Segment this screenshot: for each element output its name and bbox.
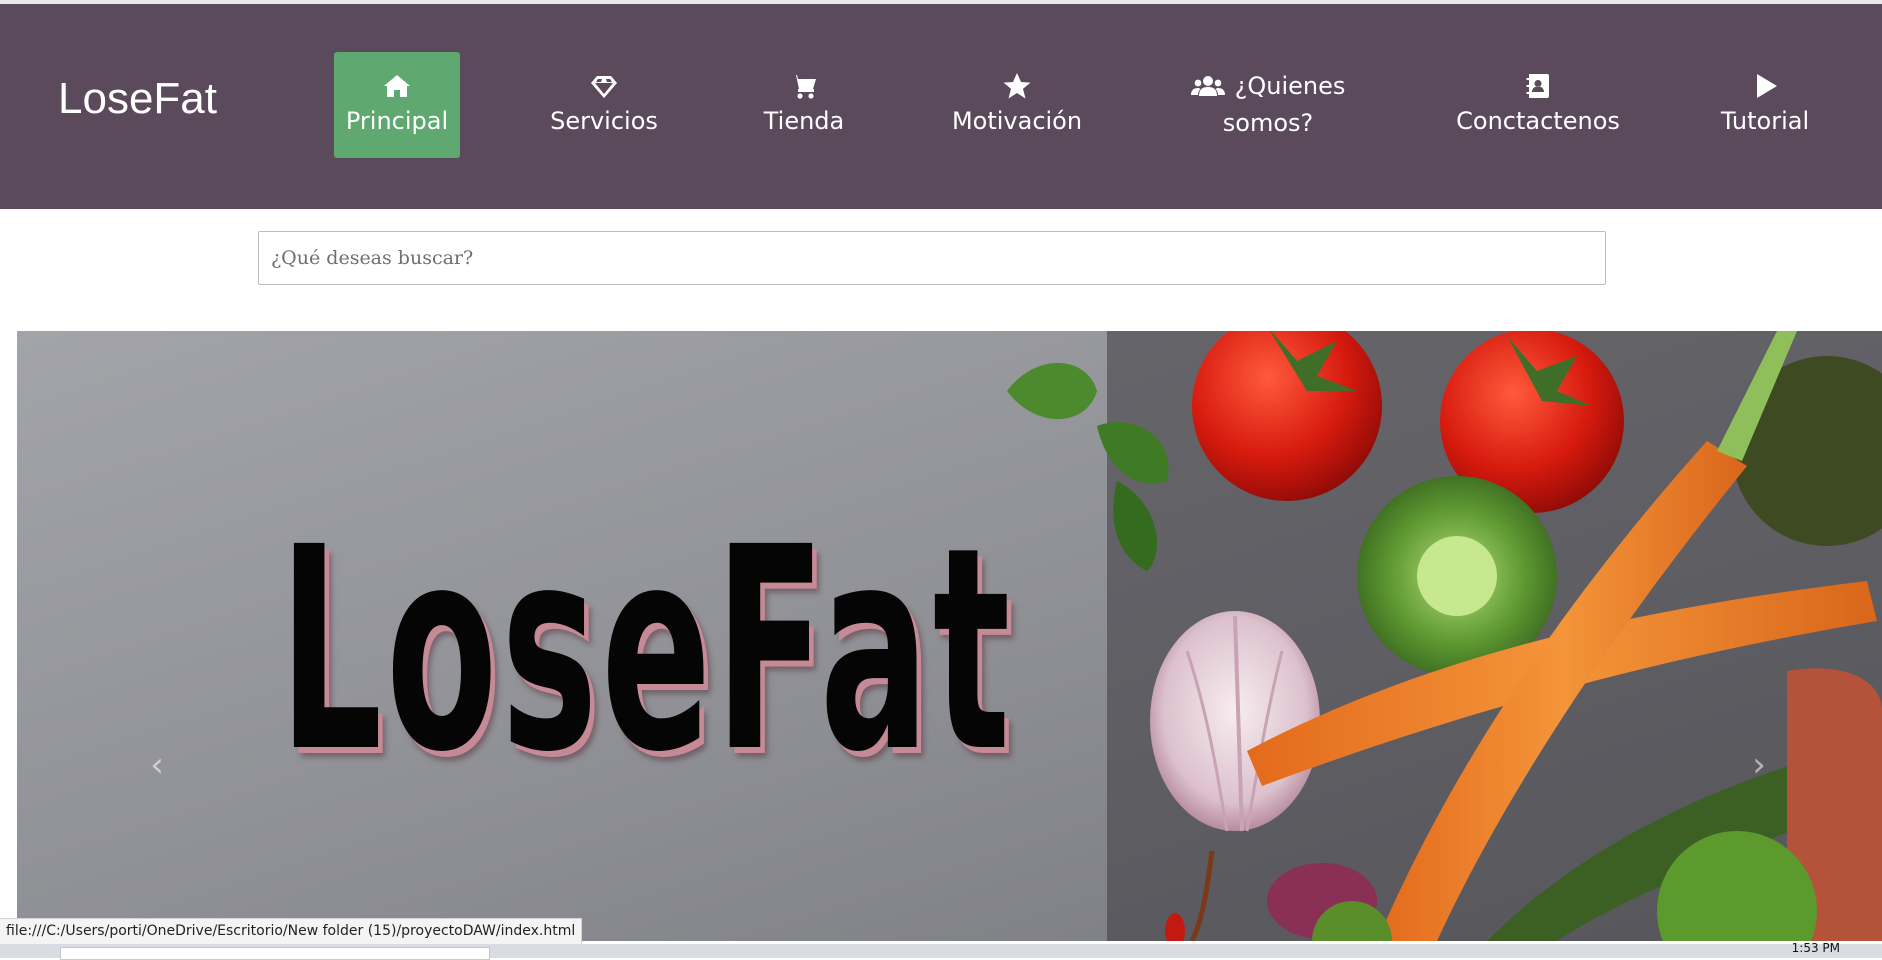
nav-label-contactenos: Conctactenos	[1456, 106, 1620, 135]
nav-item-servicios[interactable]: Servicios	[548, 52, 660, 158]
nav-label-tienda: Tienda	[763, 106, 845, 135]
home-icon	[382, 71, 412, 101]
nav-item-motivacion[interactable]: Motivación	[952, 52, 1082, 158]
star-icon	[1002, 71, 1032, 101]
hero-carousel: LoseFat ‹ ›	[17, 331, 1882, 941]
status-bar-url: file:///C:/Users/porti/OneDrive/Escritor…	[0, 918, 583, 946]
nav-label-principal: Principal	[345, 106, 449, 135]
hero-title-text: LoseFat	[279, 488, 1014, 814]
nav-item-contactenos[interactable]: Conctactenos	[1456, 52, 1620, 158]
nav-label-quienes-line1: ¿Quienes	[1234, 72, 1346, 100]
taskbar-search-box[interactable]	[60, 947, 490, 960]
carousel-next-button[interactable]: ›	[1739, 745, 1779, 785]
nav-item-quienes-somos[interactable]: ¿Quienes somos?	[1188, 52, 1348, 158]
brand-logo-link[interactable]: LoseFat	[58, 74, 217, 124]
nav-label-servicios: Servicios	[550, 106, 658, 135]
nav-item-tienda[interactable]: Tienda	[760, 52, 848, 158]
chevron-right-icon: ›	[1752, 745, 1766, 785]
diamond-icon	[589, 71, 619, 101]
nav-label-motivacion: Motivación	[951, 106, 1083, 135]
play-icon	[1750, 71, 1780, 101]
nav-label-tutorial: Tutorial	[1720, 106, 1810, 135]
main-navbar: LoseFat Principal Servicios Tienda Motiv…	[0, 4, 1882, 209]
address-book-icon	[1523, 71, 1553, 101]
nav-item-tutorial[interactable]: Tutorial	[1720, 52, 1810, 158]
nav-item-principal[interactable]: Principal	[334, 52, 460, 158]
search-input[interactable]	[258, 231, 1606, 285]
users-icon	[1190, 72, 1225, 102]
taskbar-clock: 1:53 PM	[1791, 941, 1840, 955]
shopping-cart-icon	[789, 71, 819, 101]
carousel-prev-button[interactable]: ‹	[137, 745, 177, 785]
os-taskbar: 1:53 PM	[0, 941, 1882, 960]
nav-label-quienes-line2: somos?	[1222, 109, 1314, 137]
chevron-left-icon: ‹	[150, 745, 164, 785]
